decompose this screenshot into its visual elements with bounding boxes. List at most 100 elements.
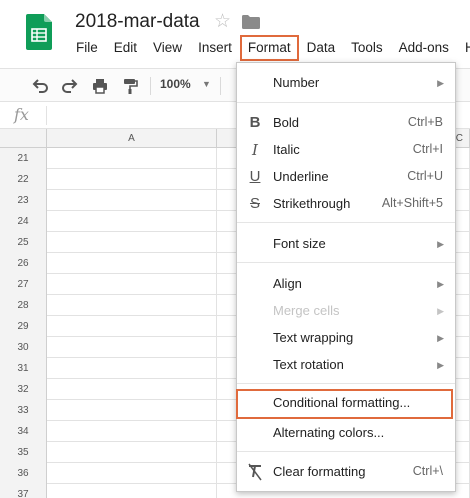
zoom-caret-icon[interactable]: ▼ — [202, 79, 211, 89]
cell[interactable] — [47, 421, 217, 442]
submenu-arrow-icon: ▶ — [437, 239, 444, 249]
row-header[interactable]: 21 — [0, 148, 47, 169]
document-title[interactable]: 2018-mar-data — [75, 11, 200, 33]
menu-merge-cells: Merge cells ▶ — [237, 297, 455, 324]
cell[interactable] — [47, 400, 217, 421]
row-header[interactable]: 34 — [0, 421, 47, 442]
menu-bold[interactable]: B Bold Ctrl+B — [237, 109, 455, 136]
menu-format[interactable]: Format — [239, 35, 299, 61]
star-icon[interactable]: ☆ — [214, 12, 231, 31]
cell[interactable] — [47, 337, 217, 358]
cell[interactable] — [47, 316, 217, 337]
menu-file[interactable]: File — [68, 35, 106, 61]
row-header[interactable]: 23 — [0, 190, 47, 211]
row-header[interactable]: 37 — [0, 484, 47, 498]
menu-align[interactable]: Align ▶ — [237, 270, 455, 297]
toolbar-divider — [150, 77, 151, 95]
row-header[interactable]: 33 — [0, 400, 47, 421]
menu-clear-formatting[interactable]: Clear formatting Ctrl+\ — [237, 458, 455, 485]
italic-icon: I — [252, 141, 258, 159]
menu-insert[interactable]: Insert — [190, 35, 240, 61]
zoom-select[interactable]: 100% — [160, 77, 191, 91]
menu-conditional-formatting[interactable]: Conditional formatting... — [236, 389, 453, 419]
menu-addons[interactable]: Add-ons — [391, 35, 457, 61]
menu-tools[interactable]: Tools — [343, 35, 391, 61]
menu-underline-label: Underline — [273, 169, 329, 184]
row-header[interactable]: 29 — [0, 316, 47, 337]
menu-view[interactable]: View — [145, 35, 190, 61]
row-header[interactable]: 28 — [0, 295, 47, 316]
menu-font-size-label: Font size — [273, 236, 326, 251]
bold-icon: B — [249, 114, 261, 131]
submenu-arrow-icon: ▶ — [437, 279, 444, 289]
menu-number-label: Number — [273, 75, 320, 90]
menu-divider — [237, 383, 455, 384]
cell[interactable] — [47, 274, 217, 295]
menu-italic-shortcut: Ctrl+I — [412, 142, 443, 156]
cell[interactable] — [47, 253, 217, 274]
cell[interactable] — [47, 379, 217, 400]
menu-italic[interactable]: I Italic Ctrl+I — [237, 136, 455, 163]
formula-divider — [46, 106, 47, 125]
menu-underline[interactable]: U Underline Ctrl+U — [237, 163, 455, 190]
menu-alternating-colors-label: Alternating colors... — [273, 425, 385, 440]
row-header[interactable]: 22 — [0, 169, 47, 190]
menu-alternating-colors[interactable]: Alternating colors... — [237, 419, 455, 446]
menu-text-rotation[interactable]: Text rotation ▶ — [237, 351, 455, 378]
cell[interactable] — [47, 295, 217, 316]
menu-number[interactable]: Number ▶ — [237, 69, 455, 96]
folder-icon[interactable] — [242, 15, 260, 29]
cell[interactable] — [47, 169, 217, 190]
fx-icon: fx — [14, 105, 29, 124]
row-header[interactable]: 32 — [0, 379, 47, 400]
paint-format-icon[interactable] — [120, 76, 140, 96]
menu-bold-label: Bold — [273, 115, 300, 130]
menu-align-label: Align — [273, 276, 302, 291]
print-icon[interactable] — [90, 76, 110, 96]
menu-font-size[interactable]: Font size ▶ — [237, 230, 455, 257]
menu-underline-shortcut: Ctrl+U — [407, 169, 443, 183]
row-header[interactable]: 26 — [0, 253, 47, 274]
cell[interactable] — [47, 190, 217, 211]
menu-divider — [237, 262, 455, 263]
menu-strikethrough-shortcut: Alt+Shift+5 — [381, 196, 443, 210]
row-header[interactable]: 25 — [0, 232, 47, 253]
menu-help[interactable]: He — [457, 35, 470, 61]
menu-italic-label: Italic — [273, 142, 300, 157]
cell[interactable] — [47, 232, 217, 253]
cell[interactable] — [47, 442, 217, 463]
menu-text-wrapping[interactable]: Text wrapping ▶ — [237, 324, 455, 351]
row-header[interactable]: 24 — [0, 211, 47, 232]
row-header[interactable]: 31 — [0, 358, 47, 379]
submenu-arrow-icon: ▶ — [437, 306, 444, 316]
strikethrough-icon: S — [249, 195, 260, 212]
row-header[interactable]: 35 — [0, 442, 47, 463]
menu-text-rotation-label: Text rotation — [273, 357, 344, 372]
menu-edit[interactable]: Edit — [106, 35, 145, 61]
cell[interactable] — [47, 484, 217, 498]
menu-divider — [237, 102, 455, 103]
row-header[interactable]: 27 — [0, 274, 47, 295]
select-all-corner[interactable] — [0, 129, 47, 148]
cell[interactable] — [47, 358, 217, 379]
menu-bold-shortcut: Ctrl+B — [407, 115, 443, 129]
cell[interactable] — [47, 211, 217, 232]
menu-clear-formatting-shortcut: Ctrl+\ — [412, 464, 443, 478]
sheets-logo-icon[interactable] — [26, 14, 52, 50]
underline-icon: U — [249, 168, 261, 185]
menu-divider — [237, 451, 455, 452]
menu-data[interactable]: Data — [299, 35, 344, 61]
column-header-a[interactable]: A — [47, 129, 217, 148]
cell[interactable] — [47, 463, 217, 484]
row-header[interactable]: 36 — [0, 463, 47, 484]
menu-divider — [237, 222, 455, 223]
redo-icon[interactable] — [60, 76, 80, 96]
menu-merge-cells-label: Merge cells — [273, 303, 340, 318]
menu-strikethrough[interactable]: S Strikethrough Alt+Shift+5 — [237, 190, 455, 217]
menu-conditional-formatting-label: Conditional formatting... — [273, 395, 411, 410]
submenu-arrow-icon: ▶ — [437, 360, 444, 370]
cell[interactable] — [47, 148, 217, 169]
row-header[interactable]: 30 — [0, 337, 47, 358]
undo-icon[interactable] — [30, 76, 50, 96]
menubar: File Edit View Insert Format Data Tools … — [68, 35, 470, 61]
